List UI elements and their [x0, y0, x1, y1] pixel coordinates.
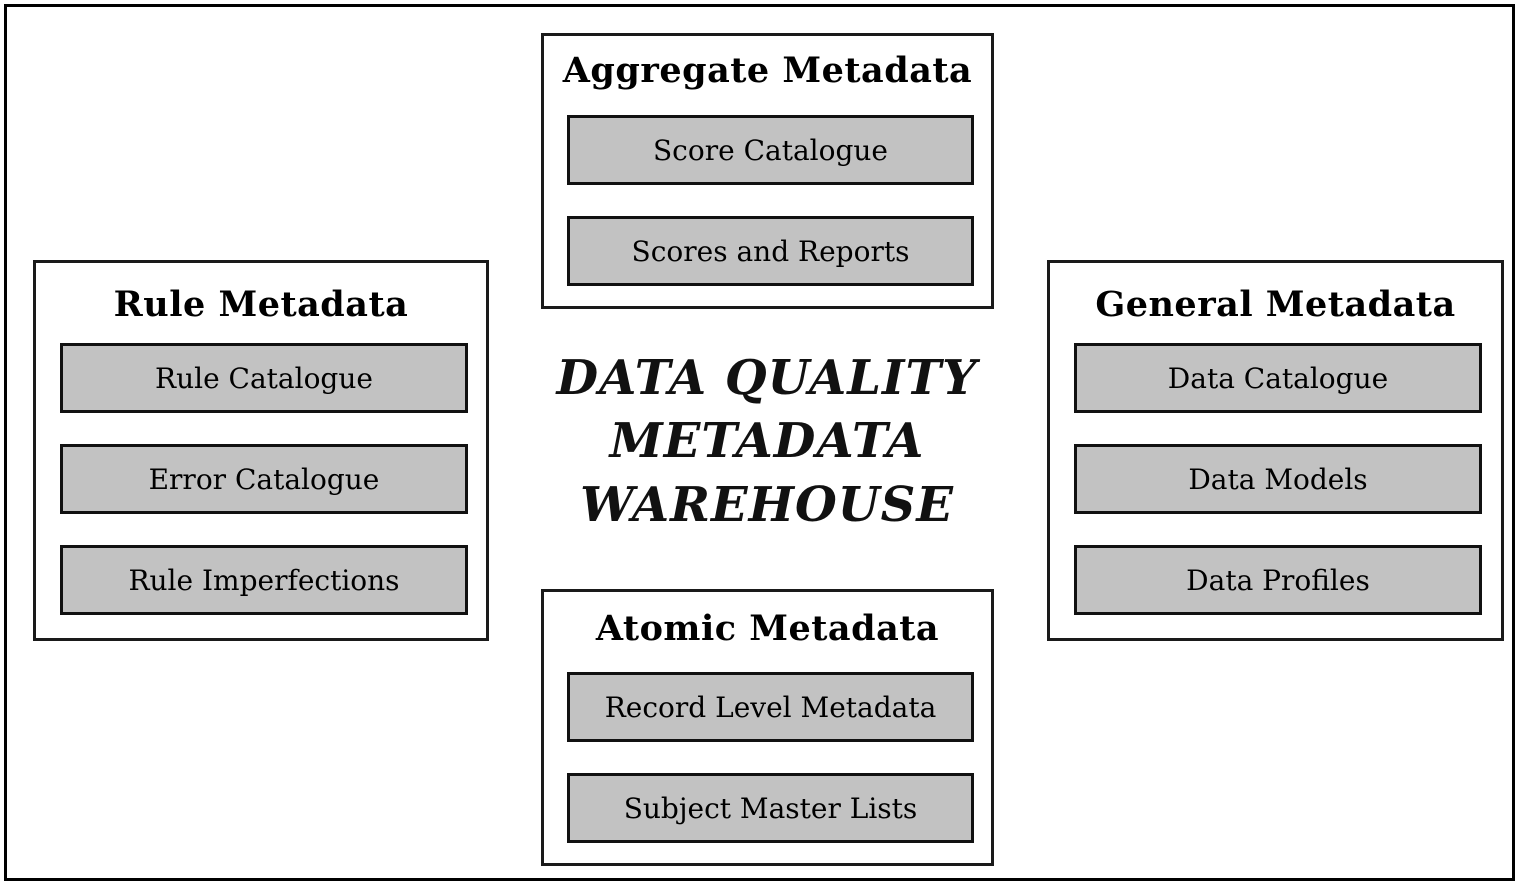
item-scores-and-reports: Scores and Reports [567, 216, 974, 286]
item-error-catalogue: Error Catalogue [60, 444, 468, 514]
item-data-models: Data Models [1074, 444, 1482, 514]
item-rule-imperfections: Rule Imperfections [60, 545, 468, 615]
item-subject-master-lists: Subject Master Lists [567, 773, 974, 843]
panel-title-general-metadata: General Metadata [1095, 284, 1456, 325]
center-title-line-3: WAREHOUSE [580, 476, 954, 533]
diagram-canvas: Aggregate Metadata Score Catalogue Score… [0, 0, 1523, 889]
center-title-line-2: METADATA [609, 413, 925, 470]
panel-rule-metadata: Rule Metadata Rule Catalogue Error Catal… [33, 260, 489, 641]
panel-title-rule-metadata: Rule Metadata [113, 284, 409, 325]
panel-general-metadata: General Metadata Data Catalogue Data Mod… [1047, 260, 1504, 641]
item-rule-catalogue: Rule Catalogue [60, 343, 468, 413]
panel-title-atomic-metadata: Atomic Metadata [595, 608, 940, 649]
center-title-line-1: DATA QUALITY [556, 350, 978, 406]
center-title: DATA QUALITY METADATA WAREHOUSE [507, 347, 1027, 537]
item-data-catalogue: Data Catalogue [1074, 343, 1482, 413]
panel-aggregate-metadata: Aggregate Metadata Score Catalogue Score… [541, 33, 994, 309]
item-record-level-metadata: Record Level Metadata [567, 672, 974, 742]
figure-outer-frame: Aggregate Metadata Score Catalogue Score… [4, 4, 1515, 881]
panel-title-aggregate-metadata: Aggregate Metadata [562, 50, 973, 91]
item-score-catalogue: Score Catalogue [567, 115, 974, 185]
panel-atomic-metadata: Atomic Metadata Record Level Metadata Su… [541, 589, 994, 866]
item-data-profiles: Data Profiles [1074, 545, 1482, 615]
